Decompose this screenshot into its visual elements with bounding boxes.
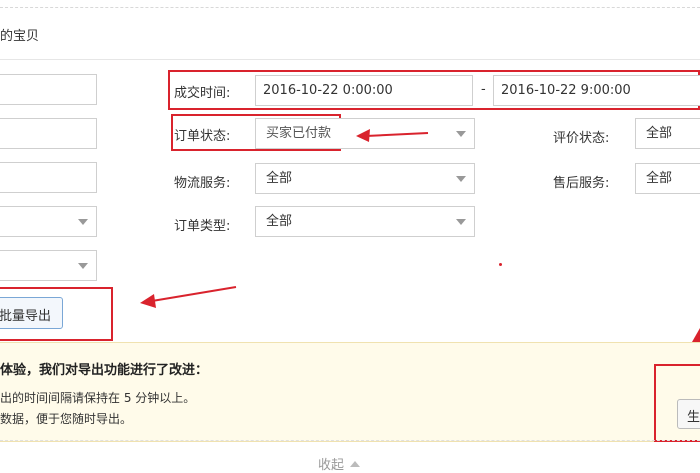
annotation-arrow <box>692 328 700 342</box>
logistics-select[interactable]: 全部 <box>255 163 475 194</box>
annotation-arrow <box>356 129 429 142</box>
generate-button[interactable]: 生 <box>677 399 700 429</box>
chevron-up-icon <box>350 461 361 467</box>
left-input-1[interactable] <box>0 74 97 105</box>
left-select-2[interactable] <box>0 250 97 281</box>
collapse-label: 收起 <box>318 458 345 473</box>
review-status-select[interactable]: 全部 <box>635 118 700 149</box>
review-status-value: 全部 <box>646 126 673 141</box>
generate-label: 生 <box>687 410 700 425</box>
after-sale-value: 全部 <box>646 171 673 186</box>
review-status-label: 评价状态: <box>553 131 610 146</box>
notice-panel: 体验，我们对导出功能进行了改进： 出的时间间隔请保持在 5 分钟以上。 数据，便… <box>0 342 700 442</box>
chevron-down-icon <box>456 131 466 137</box>
bottom-dashed-divider <box>0 440 700 441</box>
annotation-arrow <box>140 286 237 308</box>
section-title: 的宝贝 <box>0 29 40 44</box>
deal-time-separator: - <box>481 82 486 97</box>
left-input-2[interactable] <box>0 118 97 149</box>
logistics-value: 全部 <box>266 171 293 186</box>
chevron-down-icon <box>78 263 88 269</box>
chevron-down-icon <box>456 176 466 182</box>
order-status-value: 买家已付款 <box>266 126 332 141</box>
notice-line-1: 出的时间间隔请保持在 5 分钟以上。 <box>0 391 196 405</box>
annotation-dot <box>499 263 502 266</box>
chevron-down-icon <box>456 219 466 225</box>
batch-export-button[interactable]: 批量导出 <box>0 297 63 329</box>
deal-time-end-value: 2016-10-22 9:00:00 <box>501 83 631 98</box>
header-divider <box>0 59 700 60</box>
deal-time-label: 成交时间: <box>174 86 231 101</box>
left-select-1[interactable] <box>0 206 97 237</box>
top-dashed-divider <box>0 7 700 8</box>
deal-time-end-input[interactable]: 2016-10-22 9:00:00 <box>493 75 700 106</box>
notice-line-2: 数据，便于您随时导出。 <box>0 412 133 426</box>
batch-export-label: 批量导出 <box>0 309 52 324</box>
order-type-label: 订单类型: <box>174 219 231 234</box>
collapse-toggle[interactable]: 收起 <box>318 454 361 473</box>
deal-time-start-input[interactable]: 2016-10-22 0:00:00 <box>255 75 473 106</box>
chevron-down-icon <box>78 219 88 225</box>
left-input-3[interactable] <box>0 162 97 193</box>
order-status-label: 订单状态: <box>174 129 231 144</box>
logistics-label: 物流服务: <box>174 176 231 191</box>
deal-time-start-value: 2016-10-22 0:00:00 <box>263 83 393 98</box>
order-type-select[interactable]: 全部 <box>255 206 475 237</box>
order-type-value: 全部 <box>266 214 293 229</box>
after-sale-label: 售后服务: <box>553 176 610 191</box>
after-sale-select[interactable]: 全部 <box>635 163 700 194</box>
notice-title: 体验，我们对导出功能进行了改进： <box>0 363 209 378</box>
